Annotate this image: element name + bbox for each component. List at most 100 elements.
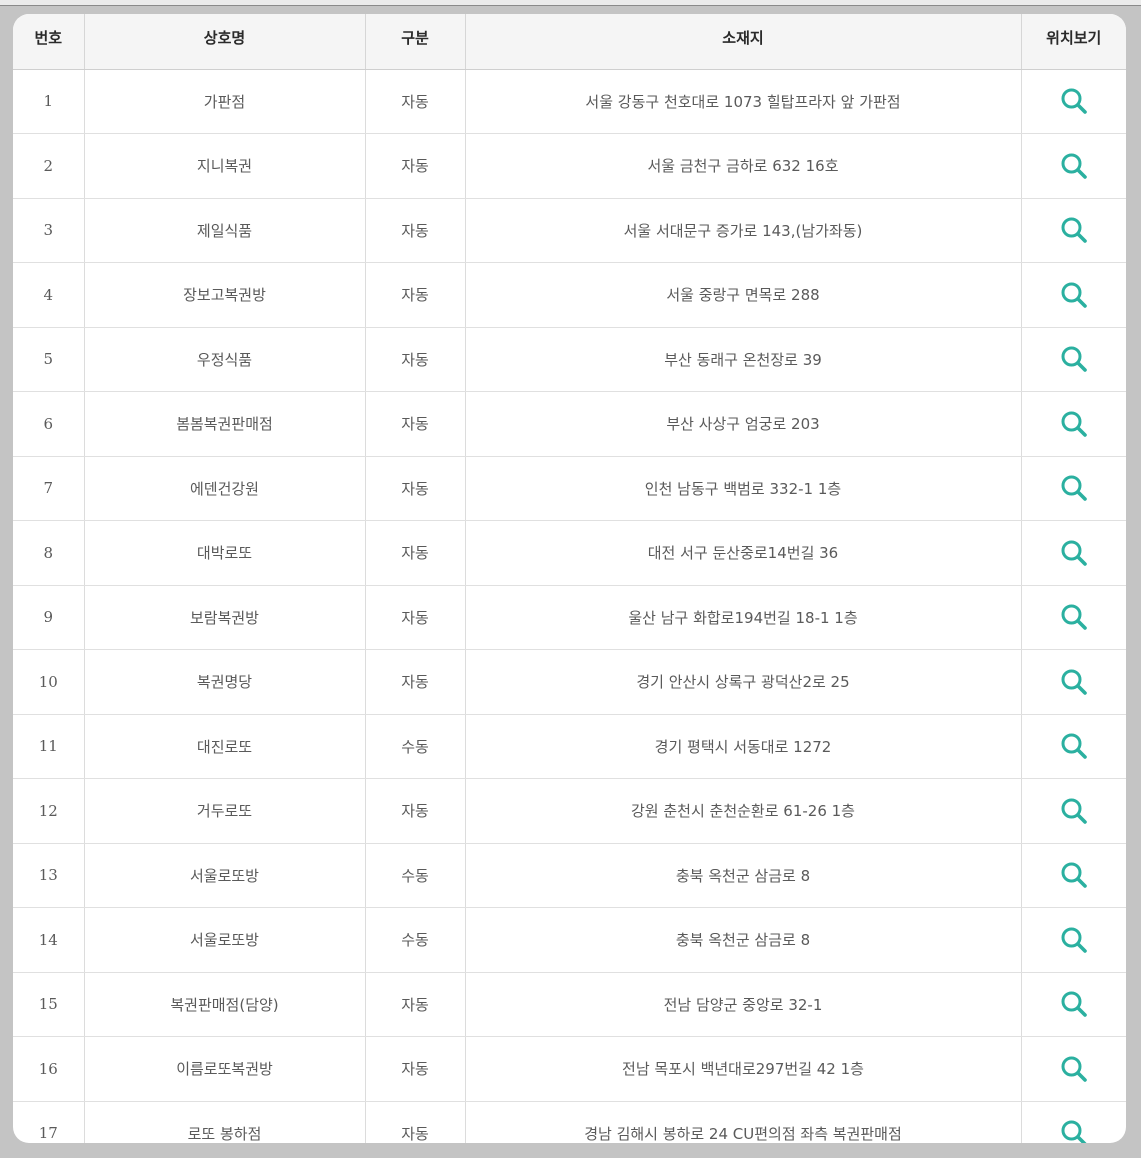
cell-store-name: 우정식품 bbox=[83, 327, 365, 392]
cell-store-name: 이름로또복권방 bbox=[83, 1036, 365, 1102]
search-icon[interactable] bbox=[1059, 538, 1089, 568]
table-row: 17 로또 봉하점 자동 경남 김해시 봉하로 24 CU편의점 좌측 복권판매점 bbox=[13, 1101, 1126, 1143]
cell-number: 14 bbox=[13, 907, 84, 973]
table-row: 1 가판점 자동 서울 강동구 천호대로 1073 힐탑프라자 앞 가판점 bbox=[13, 69, 1126, 134]
table-row: 8 대박로또 자동 대전 서구 둔산중로14번길 36 bbox=[13, 520, 1126, 586]
table-row: 13 서울로또방 수동 충북 옥천군 삼금로 8 bbox=[13, 843, 1126, 908]
cell-location bbox=[1020, 69, 1126, 134]
table-row: 3 제일식품 자동 서울 서대문구 증가로 143,(남가좌동) bbox=[13, 198, 1126, 263]
cell-selection-type: 자동 bbox=[364, 391, 465, 457]
cell-location bbox=[1020, 1036, 1126, 1102]
cell-selection-type: 자동 bbox=[364, 972, 465, 1037]
store-list-panel: 번호 상호명 구분 소재지 위치보기 1 가판점 자동 서울 강동구 천호대로 107… bbox=[13, 14, 1126, 1143]
cell-location bbox=[1020, 649, 1126, 715]
cell-store-name: 보람복권방 bbox=[83, 585, 365, 650]
cell-address: 서울 금천구 금하로 632 16호 bbox=[464, 133, 1021, 199]
cell-number: 11 bbox=[13, 714, 84, 779]
cell-number: 9 bbox=[13, 585, 84, 650]
search-icon[interactable] bbox=[1059, 86, 1089, 116]
search-icon[interactable] bbox=[1059, 1118, 1089, 1143]
store-table: 번호 상호명 구분 소재지 위치보기 1 가판점 자동 서울 강동구 천호대로 107… bbox=[13, 14, 1126, 1143]
table-row: 10 복권명당 자동 경기 안산시 상록구 광덕산2로 25 bbox=[13, 649, 1126, 715]
table-row: 6 봄봄복권판매점 자동 부산 사상구 엄궁로 203 bbox=[13, 391, 1126, 457]
table-row: 14 서울로또방 수동 충북 옥천군 삼금로 8 bbox=[13, 907, 1126, 973]
table-row: 12 거두로또 자동 강원 춘천시 춘천순환로 61-26 1층 bbox=[13, 778, 1126, 844]
search-icon[interactable] bbox=[1059, 473, 1089, 503]
table-body: 1 가판점 자동 서울 강동구 천호대로 1073 힐탑프라자 앞 가판점 2 지니복권 자… bbox=[13, 69, 1126, 1143]
cell-number: 4 bbox=[13, 262, 84, 328]
cell-store-name: 복권판매점(담양) bbox=[83, 972, 365, 1037]
cell-address: 강원 춘천시 춘천순환로 61-26 1층 bbox=[464, 778, 1021, 844]
search-icon[interactable] bbox=[1059, 151, 1089, 181]
cell-location bbox=[1020, 391, 1126, 457]
cell-location bbox=[1020, 327, 1126, 392]
search-icon[interactable] bbox=[1059, 344, 1089, 374]
cell-location bbox=[1020, 778, 1126, 844]
table-row: 7 에덴건강원 자동 인천 남동구 백범로 332-1 1층 bbox=[13, 456, 1126, 521]
cell-address: 서울 서대문구 증가로 143,(남가좌동) bbox=[464, 198, 1021, 263]
cell-number: 16 bbox=[13, 1036, 84, 1102]
cell-selection-type: 자동 bbox=[364, 262, 465, 328]
cell-number: 3 bbox=[13, 198, 84, 263]
cell-location bbox=[1020, 198, 1126, 263]
cell-store-name: 대진로또 bbox=[83, 714, 365, 779]
search-icon[interactable] bbox=[1059, 989, 1089, 1019]
cell-address: 충북 옥천군 삼금로 8 bbox=[464, 907, 1021, 973]
cell-selection-type: 자동 bbox=[364, 1036, 465, 1102]
cell-location bbox=[1020, 585, 1126, 650]
table-row: 15 복권판매점(담양) 자동 전남 담양군 중앙로 32-1 bbox=[13, 972, 1126, 1037]
cell-number: 17 bbox=[13, 1101, 84, 1143]
cell-address: 서울 중랑구 면목로 288 bbox=[464, 262, 1021, 328]
table-row: 2 지니복권 자동 서울 금천구 금하로 632 16호 bbox=[13, 133, 1126, 199]
cell-store-name: 로또 봉하점 bbox=[83, 1101, 365, 1143]
search-icon[interactable] bbox=[1059, 667, 1089, 697]
column-header-location: 위치보기 bbox=[1020, 14, 1126, 70]
cell-store-name: 봄봄복권판매점 bbox=[83, 391, 365, 457]
search-icon[interactable] bbox=[1059, 731, 1089, 761]
column-header-name: 상호명 bbox=[83, 14, 365, 70]
cell-location bbox=[1020, 907, 1126, 973]
cell-address: 충북 옥천군 삼금로 8 bbox=[464, 843, 1021, 908]
cell-store-name: 대박로또 bbox=[83, 520, 365, 586]
cell-location bbox=[1020, 456, 1126, 521]
search-icon[interactable] bbox=[1059, 796, 1089, 826]
table-row: 9 보람복권방 자동 울산 남구 화합로194번길 18-1 1층 bbox=[13, 585, 1126, 650]
cell-number: 13 bbox=[13, 843, 84, 908]
column-header-address: 소재지 bbox=[464, 14, 1021, 70]
cell-store-name: 지니복권 bbox=[83, 133, 365, 199]
search-icon[interactable] bbox=[1059, 860, 1089, 890]
search-icon[interactable] bbox=[1059, 215, 1089, 245]
cell-number: 12 bbox=[13, 778, 84, 844]
search-icon[interactable] bbox=[1059, 409, 1089, 439]
cell-address: 부산 동래구 온천장로 39 bbox=[464, 327, 1021, 392]
cell-number: 8 bbox=[13, 520, 84, 586]
cell-selection-type: 자동 bbox=[364, 198, 465, 263]
table-row: 16 이름로또복권방 자동 전남 목포시 백년대로297번길 42 1층 bbox=[13, 1036, 1126, 1102]
cell-store-name: 에덴건강원 bbox=[83, 456, 365, 521]
search-icon[interactable] bbox=[1059, 280, 1089, 310]
column-header-type: 구분 bbox=[364, 14, 465, 70]
cell-number: 2 bbox=[13, 133, 84, 199]
cell-location bbox=[1020, 843, 1126, 908]
table-header: 번호 상호명 구분 소재지 위치보기 bbox=[13, 14, 1126, 70]
window-top-edge bbox=[0, 0, 1141, 6]
cell-address: 대전 서구 둔산중로14번길 36 bbox=[464, 520, 1021, 586]
search-icon[interactable] bbox=[1059, 1054, 1089, 1084]
cell-selection-type: 자동 bbox=[364, 1101, 465, 1143]
cell-address: 인천 남동구 백범로 332-1 1층 bbox=[464, 456, 1021, 521]
cell-number: 10 bbox=[13, 649, 84, 715]
cell-store-name: 가판점 bbox=[83, 69, 365, 134]
search-icon[interactable] bbox=[1059, 925, 1089, 955]
cell-location bbox=[1020, 714, 1126, 779]
cell-address: 경기 안산시 상록구 광덕산2로 25 bbox=[464, 649, 1021, 715]
cell-number: 1 bbox=[13, 69, 84, 134]
cell-location bbox=[1020, 133, 1126, 199]
cell-store-name: 거두로또 bbox=[83, 778, 365, 844]
cell-address: 경기 평택시 서동대로 1272 bbox=[464, 714, 1021, 779]
cell-number: 5 bbox=[13, 327, 84, 392]
cell-selection-type: 자동 bbox=[364, 133, 465, 199]
search-icon[interactable] bbox=[1059, 602, 1089, 632]
cell-selection-type: 수동 bbox=[364, 843, 465, 908]
cell-store-name: 제일식품 bbox=[83, 198, 365, 263]
cell-selection-type: 자동 bbox=[364, 520, 465, 586]
